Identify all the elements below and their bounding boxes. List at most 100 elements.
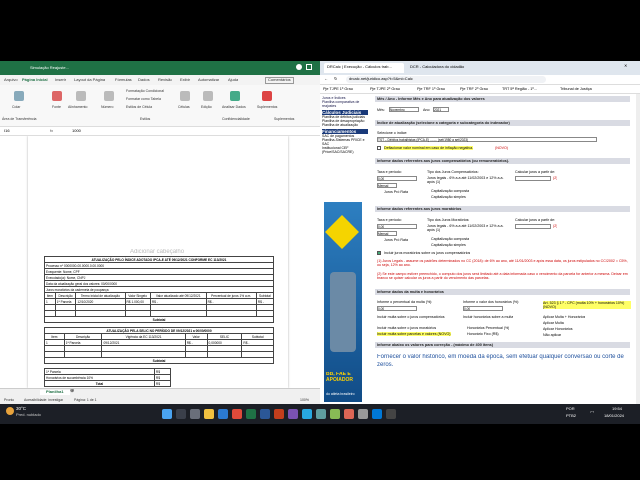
app-icon[interactable] (316, 409, 326, 419)
close-icon[interactable] (306, 64, 312, 70)
powerpoint-icon[interactable] (274, 409, 284, 419)
chrome-icon[interactable] (232, 409, 242, 419)
tab-exibir[interactable]: Exibir (180, 78, 190, 83)
cond-format-button[interactable]: Formatação Condicional (126, 89, 164, 93)
format-table-button[interactable]: Formatar como Tabela (126, 97, 161, 101)
app-icon[interactable] (302, 409, 312, 419)
header-placeholder[interactable]: Adicionar cabeçalho (130, 249, 184, 256)
year-select[interactable]: 2021 (433, 107, 449, 112)
fine-input[interactable]: 0,00 (377, 306, 417, 311)
analyze-icon[interactable] (230, 91, 240, 101)
mora-period-select[interactable]: Mensal (377, 231, 397, 236)
tab-drcalc[interactable]: DRCalc | Execução - Cálculos trab... (324, 63, 404, 73)
pro-rata-label[interactable]: Juros Pró Rata (384, 190, 408, 194)
clock-date[interactable]: 18/01/2024 (604, 414, 624, 419)
add-sheet-icon[interactable]: ⊕ (70, 389, 74, 395)
number-icon[interactable] (104, 91, 114, 101)
cells-button[interactable]: Células (178, 105, 190, 109)
weather-desc[interactable]: Pred. nublado (16, 413, 41, 418)
type-compound-radio[interactable]: Capitalização composta (431, 189, 469, 193)
apply-opt-2[interactable]: Aplicar Multa (543, 321, 564, 325)
zoom-level[interactable]: 100% (300, 398, 309, 402)
app-icon[interactable] (344, 409, 354, 419)
status-accessibility[interactable]: Acessibilidade: investigar (24, 398, 63, 402)
font-icon[interactable] (52, 91, 62, 101)
edge-icon[interactable] (218, 409, 228, 419)
alignment-button[interactable]: Alinhamento (68, 105, 87, 109)
cells-icon[interactable] (180, 91, 190, 101)
sidebar-link[interactable]: Planilha de atualização (322, 123, 368, 127)
alignment-icon[interactable] (76, 91, 86, 101)
file-explorer-icon[interactable] (204, 409, 214, 419)
search-icon[interactable] (176, 409, 186, 419)
index-select[interactable]: TST – Débitos trabalhistas (IPCA-E) ....… (377, 137, 597, 142)
worksheet-area[interactable]: Adicionar cabeçalho ATUALIZAÇÃO PELO ÍND… (0, 136, 320, 388)
apply-opt-3[interactable]: Aplicar Honorários (543, 327, 573, 331)
fees-opt-3[interactable]: Honorário Fixo (R$) (467, 332, 499, 336)
apply-opt-1[interactable]: Aplicar Multa + Honorários (543, 315, 585, 319)
app-icon[interactable] (288, 409, 298, 419)
favorite-link[interactable]: Pje TJPE 2º Grau (370, 87, 400, 91)
fees-opt-1[interactable]: Incluir honorários sobre a multa (463, 315, 513, 319)
favorite-link[interactable]: TRT 5ª Região - 1º... (502, 87, 537, 91)
tab-layout[interactable]: Layout da Página (74, 78, 105, 83)
tab-formulas[interactable]: Fórmulas (115, 78, 132, 83)
editing-icon[interactable] (203, 91, 213, 101)
month-select[interactable]: Novembro (389, 107, 419, 112)
favorite-link[interactable]: Pje TJPE 1º Grau (323, 87, 353, 91)
fine-opt-2[interactable]: Incluir multa sobre o juros moratórios (377, 326, 436, 330)
wifi-icon[interactable]: ◠ (590, 411, 594, 417)
paste-icon[interactable] (14, 91, 24, 101)
mora-compound-radio[interactable]: Capitalização composta (431, 237, 469, 241)
task-view-icon[interactable] (190, 409, 200, 419)
formula-input[interactable]: 1000 (72, 129, 81, 134)
clock-time[interactable]: 19:54 (612, 407, 622, 412)
fine-opt-1[interactable]: Incluir multa sobre o juros compensatóri… (377, 315, 461, 319)
word-icon[interactable] (260, 409, 270, 419)
deflation-checkbox[interactable] (377, 146, 381, 150)
sidebar-link[interactable]: (Price/SAC/SACRE) (322, 150, 368, 154)
addins-button[interactable]: Suplementos (257, 105, 277, 109)
cell-reference[interactable]: I16 (4, 129, 10, 134)
favorite-link[interactable]: Tribunal de Justiça (560, 87, 592, 91)
tab-dados[interactable]: Dados (138, 78, 150, 83)
include-mora-checkbox[interactable] (377, 251, 381, 255)
number-button[interactable]: Número (101, 105, 113, 109)
paste-button[interactable]: Colar (12, 105, 20, 109)
tab-automatizar[interactable]: Automatizar (198, 78, 219, 83)
app-icon[interactable] (358, 409, 368, 419)
fees-input[interactable]: 0,00 (463, 306, 503, 311)
cell-styles-button[interactable]: Estilos de Célula (126, 105, 152, 109)
language-indicator[interactable]: POR (566, 407, 575, 412)
weather-icon[interactable] (6, 407, 14, 415)
fees-opt-2[interactable]: Honorários Percentual (%) (467, 326, 509, 330)
calc-from-input[interactable] (515, 176, 551, 181)
font-button[interactable]: Fonte (52, 105, 61, 109)
rate-input[interactable]: 0,00 (377, 176, 417, 181)
close-icon[interactable]: ✕ (624, 64, 627, 69)
mora-rate-input[interactable]: 0,00 (377, 224, 417, 229)
tab-revisao[interactable]: Revisão (158, 78, 172, 83)
scrollbar[interactable] (636, 94, 640, 404)
sidebar-link[interactable]: Planilha-Sistemas PRICE e SAC (322, 138, 368, 146)
favorite-link[interactable]: Pje TRF 2º Grau (460, 87, 488, 91)
sidebar-link[interactable]: Planilha comparativa de reajustes (322, 100, 368, 108)
analyze-button[interactable]: Analisar Dados (222, 105, 246, 109)
mora-calc-from-input[interactable] (515, 224, 551, 229)
sheet-tab-planilha1[interactable]: Planilha1 (40, 390, 70, 395)
addins-icon[interactable] (262, 91, 272, 101)
refresh-icon[interactable]: ↻ (334, 77, 337, 82)
tab-ajuda[interactable]: Ajuda (228, 78, 238, 83)
weather-temp[interactable]: 30°C (16, 406, 26, 411)
excel-icon[interactable] (246, 409, 256, 419)
tab-pagina-inicial[interactable]: Página Inicial (22, 78, 48, 83)
app-icon[interactable] (386, 409, 396, 419)
tab-arquivo[interactable]: Arquivo (4, 78, 18, 83)
favorite-link[interactable]: Pje TRF 1º Grau (417, 87, 445, 91)
period-select[interactable]: Mensal (377, 183, 397, 188)
mora-simple-radio[interactable]: Capitalização simples (431, 243, 466, 247)
app-icon[interactable] (372, 409, 382, 419)
tab-dcr[interactable]: DCR - Calculadora do cidadão (410, 65, 490, 70)
type-simple-radio[interactable]: Capitalização simples (431, 195, 466, 199)
minimize-icon[interactable] (296, 64, 302, 70)
